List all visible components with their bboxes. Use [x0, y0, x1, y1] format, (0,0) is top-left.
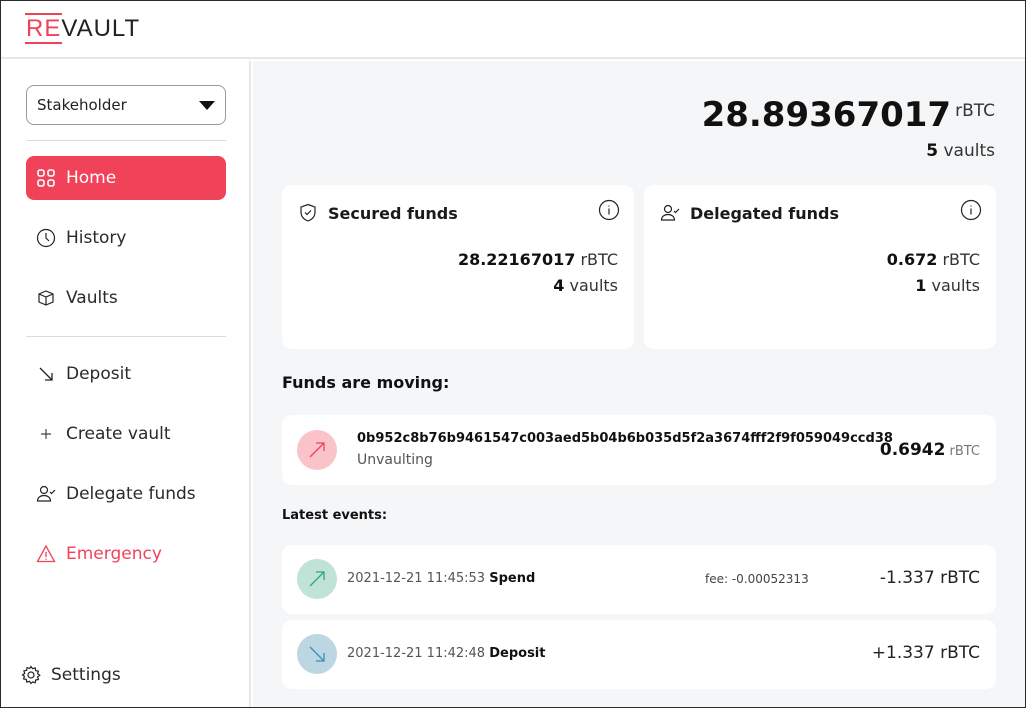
txid: 0b952c8b76b9461547c003aed5b04b6b035d5f2a…	[357, 431, 893, 446]
gear-icon	[21, 665, 41, 685]
event-amount: -1.337 rBTC	[879, 568, 980, 588]
box-icon	[36, 288, 56, 308]
secured-vault-count: 4	[553, 276, 565, 295]
event-info: 2021-12-21 11:45:53 Spend	[347, 571, 535, 586]
event-info: 2021-12-21 11:42:48 Deposit	[347, 646, 545, 661]
latest-events-title: Latest events:	[282, 508, 388, 523]
secured-amount: 28.22167017	[457, 250, 576, 269]
secured-funds-card: Secured funds 28.22167017 rBTC 4 vaults	[282, 185, 634, 349]
deposit-status-circle	[297, 634, 337, 674]
delegated-vault-count: 1	[915, 276, 927, 295]
funds-moving-title: Funds are moving:	[282, 373, 450, 392]
sidebar-item-label: History	[66, 228, 127, 248]
unvault-status-circle	[297, 430, 337, 470]
sidebar-item-label: Create vault	[66, 424, 171, 444]
plus-icon	[36, 424, 56, 444]
event-amount: +1.337 rBTC	[871, 643, 980, 663]
event-fee: fee: -0.00052313	[705, 572, 809, 586]
sidebar-item-settings[interactable]: Settings	[11, 653, 211, 697]
sidebar-item-vaults[interactable]: Vaults	[26, 276, 226, 320]
role-select[interactable]: Stakeholder	[26, 85, 226, 125]
card-amount: 0.672 rBTC 1 vaults	[887, 247, 980, 299]
logo-text: VAULT	[61, 15, 141, 42]
delegated-funds-card: Delegated funds 0.672 rBTC 1 vaults	[644, 185, 996, 349]
card-amount: 28.22167017 rBTC 4 vaults	[458, 247, 618, 299]
sidebar-item-label: Delegate funds	[66, 484, 196, 504]
sidebar-item-emergency[interactable]: Emergency	[26, 532, 226, 576]
arrow-up-right-icon	[309, 571, 325, 587]
vaults-label: vaults	[931, 276, 980, 295]
sidebar-divider	[26, 140, 226, 141]
arrow-down-right-icon	[309, 646, 325, 662]
total-unit: rBTC	[955, 101, 995, 121]
info-icon[interactable]	[960, 199, 982, 221]
sidebar-item-label: Deposit	[66, 364, 131, 384]
user-check-icon	[660, 203, 680, 223]
logo-accent: RE	[26, 15, 62, 42]
warning-icon	[36, 544, 56, 564]
sidebar-item-deposit[interactable]: Deposit	[26, 352, 226, 396]
sidebar-item-create-vault[interactable]: Create vault	[26, 412, 226, 456]
sidebar-item-delegate-funds[interactable]: Delegate funds	[26, 472, 226, 516]
event-type: Spend	[489, 571, 536, 586]
card-title: Delegated funds	[660, 203, 839, 223]
caret-down-icon	[199, 100, 215, 110]
sidebar-divider	[26, 336, 226, 337]
sidebar: Stakeholder Home History Vaults Deposit …	[1, 61, 251, 707]
sidebar-item-label: Emergency	[66, 544, 162, 564]
vaults-label: vaults	[943, 141, 996, 161]
arrow-down-right-icon	[36, 364, 56, 384]
moving-vault-row[interactable]: 0b952c8b76b9461547c003aed5b04b6b035d5f2a…	[282, 415, 996, 485]
info-icon[interactable]	[598, 199, 620, 221]
event-row[interactable]: 2021-12-21 11:45:53 Spend fee: -0.000523…	[282, 545, 996, 614]
total-amount: 28.89367017	[701, 95, 952, 135]
unit-label: rBTC	[580, 250, 618, 269]
event-type: Deposit	[489, 646, 546, 661]
unit-label: rBTC	[949, 444, 980, 459]
amount-value: 0.6942	[879, 440, 946, 460]
total-vault-count: 5	[926, 141, 939, 161]
spend-status-circle	[297, 559, 337, 599]
vault-status: Unvaulting	[357, 452, 433, 468]
sidebar-item-history[interactable]: History	[26, 216, 226, 260]
main-content: 28.89367017 rBTC 5 vaults Secured funds 2…	[253, 61, 1025, 707]
card-title-text: Secured funds	[328, 203, 458, 223]
event-date: 2021-12-21 11:45:53	[347, 571, 486, 586]
grid-icon	[36, 168, 56, 188]
shield-check-icon	[298, 203, 318, 223]
moving-amount: 0.6942 rBTC	[880, 440, 980, 460]
card-title: Secured funds	[298, 203, 458, 223]
sidebar-item-label: Settings	[51, 665, 121, 685]
arrow-up-right-icon	[309, 442, 325, 458]
total-balance: 28.89367017 rBTC 5 vaults	[702, 95, 995, 161]
card-title-text: Delegated funds	[690, 203, 839, 223]
sidebar-item-label: Vaults	[66, 288, 118, 308]
event-date: 2021-12-21 11:42:48	[347, 646, 486, 661]
unit-label: rBTC	[942, 250, 980, 269]
sidebar-item-home[interactable]: Home	[26, 156, 226, 200]
total-vaults: 5 vaults	[702, 141, 995, 161]
event-row[interactable]: 2021-12-21 11:42:48 Deposit +1.337 rBTC	[282, 620, 996, 689]
delegated-amount: 0.672	[886, 250, 938, 269]
app-header: REVAULT	[1, 1, 1025, 59]
revault-logo[interactable]: REVAULT	[26, 15, 140, 43]
role-select-value: Stakeholder	[37, 96, 127, 114]
user-check-icon	[36, 484, 56, 504]
clock-icon	[36, 228, 56, 248]
vaults-label: vaults	[569, 276, 618, 295]
sidebar-item-label: Home	[66, 168, 117, 188]
